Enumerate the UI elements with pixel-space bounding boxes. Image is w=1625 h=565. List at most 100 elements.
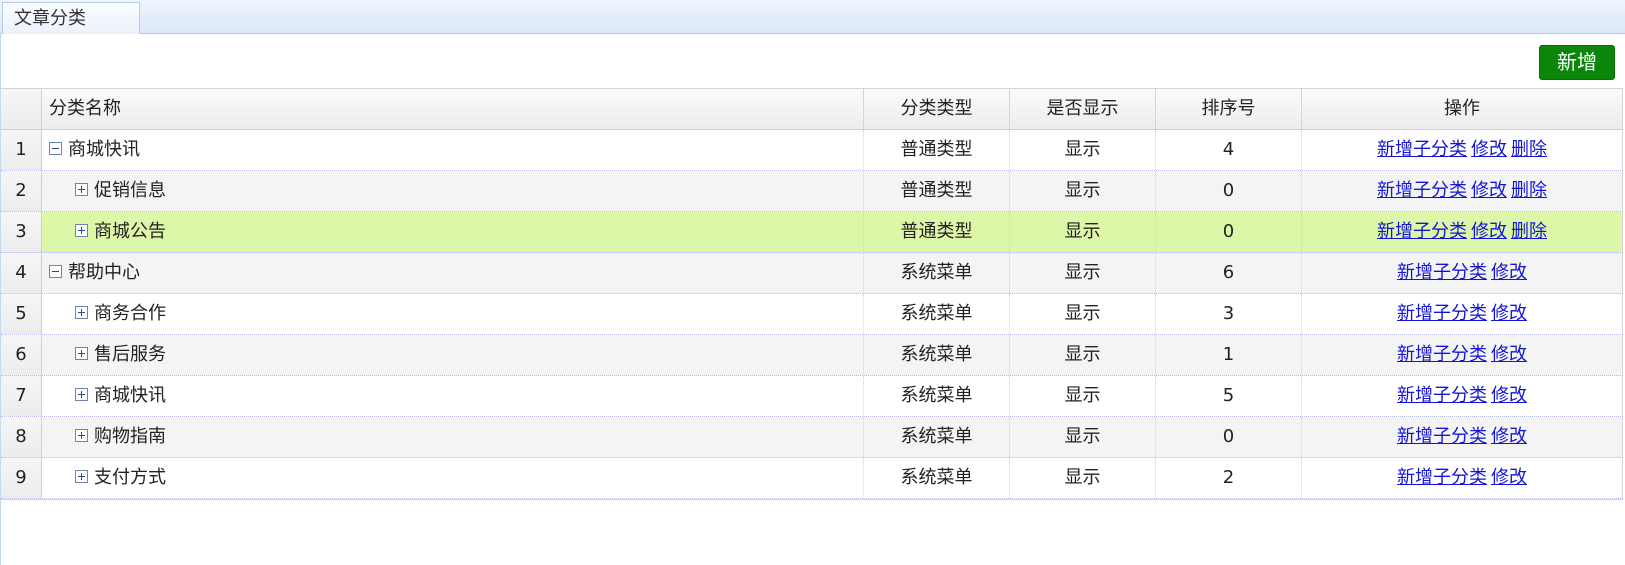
ops-cell: 新增子分类 修改	[1302, 458, 1623, 498]
add-subcategory-link[interactable]: 新增子分类	[1377, 180, 1467, 201]
category-name: 购物指南	[94, 426, 166, 447]
add-subcategory-link[interactable]: 新增子分类	[1397, 344, 1487, 365]
row-index: 2	[1, 171, 42, 211]
delete-link[interactable]: 删除	[1511, 139, 1547, 160]
edit-link[interactable]: 修改	[1491, 344, 1527, 365]
show-cell: 显示	[1010, 130, 1156, 170]
row-index: 8	[1, 417, 42, 457]
name-cell: 商城快讯	[42, 376, 864, 416]
show-cell: 显示	[1010, 335, 1156, 375]
category-name: 促销信息	[94, 180, 166, 201]
header-index	[1, 89, 42, 129]
name-cell: 商城公告	[42, 212, 864, 252]
edit-link[interactable]: 修改	[1491, 426, 1527, 447]
expand-icon[interactable]	[75, 305, 88, 319]
header-sort[interactable]: 排序号	[1156, 89, 1302, 129]
sort-cell: 0	[1156, 212, 1302, 252]
delete-link[interactable]: 删除	[1511, 180, 1547, 201]
sort-cell: 2	[1156, 458, 1302, 498]
category-table: 分类名称 分类类型 是否显示 排序号 操作 1 商城快讯 普通类型 显示 4 新增子分类修…	[1, 88, 1623, 500]
ops-cell: 新增子分类 修改	[1302, 376, 1623, 416]
header-show[interactable]: 是否显示	[1010, 89, 1156, 129]
type-cell: 系统菜单	[864, 458, 1010, 498]
collapse-icon[interactable]	[49, 141, 62, 155]
sort-cell: 0	[1156, 417, 1302, 457]
header-type[interactable]: 分类类型	[864, 89, 1010, 129]
tab-bar: 文章分类	[0, 0, 1625, 34]
add-subcategory-link[interactable]: 新增子分类	[1397, 426, 1487, 447]
expand-icon[interactable]	[75, 387, 88, 401]
type-cell: 系统菜单	[864, 376, 1010, 416]
show-cell: 显示	[1010, 417, 1156, 457]
name-cell: 购物指南	[42, 417, 864, 457]
expand-icon[interactable]	[75, 182, 88, 196]
row-index: 6	[1, 335, 42, 375]
row-index: 3	[1, 212, 42, 252]
sort-cell: 5	[1156, 376, 1302, 416]
expand-icon[interactable]	[75, 223, 88, 237]
show-cell: 显示	[1010, 294, 1156, 334]
category-name: 商城公告	[94, 221, 166, 242]
table-row[interactable]: 4 帮助中心 系统菜单 显示 6 新增子分类 修改	[1, 253, 1623, 294]
expand-icon[interactable]	[75, 346, 88, 360]
type-cell: 普通类型	[864, 212, 1010, 252]
header-ops: 操作	[1302, 89, 1623, 129]
ops-cell: 新增子分类 修改	[1302, 417, 1623, 457]
name-cell: 帮助中心	[42, 253, 864, 293]
table-row[interactable]: 5 商务合作 系统菜单 显示 3 新增子分类 修改	[1, 294, 1623, 335]
edit-link[interactable]: 修改	[1471, 139, 1507, 160]
ops-cell: 新增子分类 修改 删除	[1302, 171, 1623, 211]
sort-cell: 0	[1156, 171, 1302, 211]
add-subcategory-link[interactable]: 新增子分类	[1377, 221, 1467, 242]
edit-link[interactable]: 修改	[1471, 221, 1507, 242]
table-row[interactable]: 7 商城快讯 系统菜单 显示 5 新增子分类 修改	[1, 376, 1623, 417]
row-index: 5	[1, 294, 42, 334]
edit-link[interactable]: 修改	[1491, 262, 1527, 283]
name-cell: 促销信息	[42, 171, 864, 211]
expand-icon[interactable]	[75, 428, 88, 442]
category-name: 帮助中心	[68, 262, 140, 283]
sort-cell: 3	[1156, 294, 1302, 334]
table-row[interactable]: 9 支付方式 系统菜单 显示 2 新增子分类 修改	[1, 458, 1623, 499]
ops-cell: 新增子分类 修改	[1302, 294, 1623, 334]
table-header: 分类名称 分类类型 是否显示 排序号 操作	[1, 89, 1623, 130]
name-cell: 商城快讯	[42, 130, 864, 170]
delete-link[interactable]: 删除	[1511, 221, 1547, 242]
table-row[interactable]: 6 售后服务 系统菜单 显示 1 新增子分类 修改	[1, 335, 1623, 376]
category-name: 售后服务	[94, 344, 166, 365]
table-row[interactable]: 3 商城公告 普通类型 显示 0 新增子分类 修改 删除	[1, 212, 1623, 253]
show-cell: 显示	[1010, 171, 1156, 211]
category-name: 商务合作	[94, 303, 166, 324]
sort-cell: 4	[1156, 130, 1302, 170]
add-subcategory-link[interactable]: 新增子分类	[1397, 262, 1487, 283]
category-name: 商城快讯	[94, 385, 166, 406]
table-row[interactable]: 1 商城快讯 普通类型 显示 4 新增子分类 修改 删除	[1, 130, 1623, 171]
type-cell: 普通类型	[864, 130, 1010, 170]
add-subcategory-link[interactable]: 新增子分类	[1397, 303, 1487, 324]
tab-article-category[interactable]: 文章分类	[2, 2, 140, 34]
add-button[interactable]: 新增	[1539, 45, 1615, 80]
collapse-icon[interactable]	[49, 264, 62, 278]
type-cell: 系统菜单	[864, 417, 1010, 457]
table-row[interactable]: 8 购物指南 系统菜单 显示 0 新增子分类 修改	[1, 417, 1623, 458]
add-subcategory-link[interactable]: 新增子分类	[1397, 385, 1487, 406]
name-cell: 支付方式	[42, 458, 864, 498]
table-body: 1 商城快讯 普通类型 显示 4 新增子分类 修改 删除 2 促销信息 普通类型 显示 0 新增子分类 修改…	[1, 130, 1623, 499]
add-subcategory-link[interactable]: 新增子分类	[1377, 139, 1467, 160]
expand-icon[interactable]	[75, 469, 88, 483]
ops-cell: 新增子分类 修改	[1302, 253, 1623, 293]
name-cell: 商务合作	[42, 294, 864, 334]
edit-link[interactable]: 修改	[1491, 303, 1527, 324]
row-index: 1	[1, 130, 42, 170]
header-name[interactable]: 分类名称	[42, 89, 864, 129]
edit-link[interactable]: 修改	[1491, 385, 1527, 406]
ops-cell: 新增子分类 修改	[1302, 335, 1623, 375]
show-cell: 显示	[1010, 376, 1156, 416]
type-cell: 普通类型	[864, 171, 1010, 211]
row-index: 9	[1, 458, 42, 498]
edit-link[interactable]: 修改	[1471, 180, 1507, 201]
edit-link[interactable]: 修改	[1491, 467, 1527, 488]
show-cell: 显示	[1010, 212, 1156, 252]
add-subcategory-link[interactable]: 新增子分类	[1397, 467, 1487, 488]
table-row[interactable]: 2 促销信息 普通类型 显示 0 新增子分类 修改 删除	[1, 171, 1623, 212]
